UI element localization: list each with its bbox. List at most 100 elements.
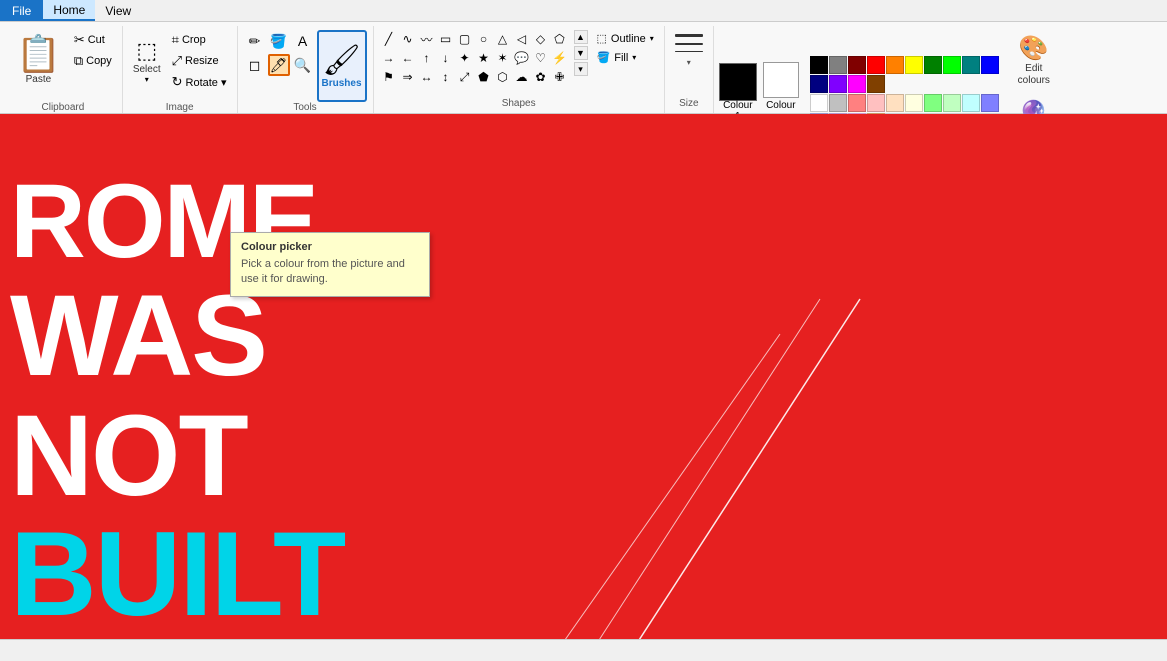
color2-swatch[interactable] <box>763 62 799 98</box>
eraser-tool[interactable]: ◻ <box>244 54 266 76</box>
color-darkgreen[interactable] <box>924 56 942 74</box>
scroll-up[interactable]: ▲ <box>574 30 588 44</box>
shape-triangle[interactable]: △ <box>494 30 512 48</box>
color-magenta[interactable] <box>848 75 866 93</box>
shape-flag[interactable]: ⚑ <box>380 68 398 86</box>
edit-colors-button[interactable]: 🎨 Edit colours <box>1002 30 1066 91</box>
shapes-scroll: ▲ ▼ ▾ <box>572 30 590 76</box>
shape-rect[interactable]: ▭ <box>437 30 455 48</box>
shape-arrow-l[interactable]: ← <box>399 49 417 67</box>
color-orange[interactable] <box>886 56 904 74</box>
resize-button[interactable]: ⤢ Resize <box>168 51 231 71</box>
color-lime[interactable] <box>943 56 961 74</box>
brushes-button[interactable]: 🖌 Brushes <box>317 30 367 102</box>
copy-label: Copy <box>86 55 112 67</box>
crop-button[interactable]: ⌗ Crop <box>168 30 231 50</box>
color1-swatch[interactable] <box>720 64 756 100</box>
shape-lightning[interactable]: ⚡ <box>551 49 569 67</box>
size-line-1[interactable] <box>675 51 703 52</box>
select-button[interactable]: ⬚ Select ▾ <box>129 30 165 102</box>
color-gray[interactable] <box>829 56 847 74</box>
shape-arrow-u[interactable]: ↑ <box>418 49 436 67</box>
outline-button[interactable]: ⬚ Outline ▾ <box>593 30 658 47</box>
size-line-2[interactable] <box>675 43 703 45</box>
colors-group: Colour 1 Colour 2 <box>714 26 1072 113</box>
shape-roundrect[interactable]: ▢ <box>456 30 474 48</box>
fill-tool[interactable]: 🪣 <box>268 30 290 52</box>
color-navy[interactable] <box>810 75 828 93</box>
color-teal[interactable] <box>962 56 980 74</box>
color-picker-tool[interactable]: 🖊 <box>268 54 290 76</box>
menu-file[interactable]: File <box>0 0 43 21</box>
image-btn-col: ⌗ Crop ⤢ Resize ↻ Rotate ▾ <box>168 30 231 92</box>
menu-view[interactable]: View <box>95 0 141 21</box>
rotate-button[interactable]: ↻ Rotate ▾ <box>168 72 231 92</box>
cut-icon: ✂ <box>74 32 85 48</box>
menu-home[interactable]: Home <box>43 0 95 21</box>
color-blue[interactable] <box>981 56 999 74</box>
shape-ellipse[interactable]: ○ <box>475 30 493 48</box>
text-tool[interactable]: A <box>292 30 314 52</box>
tooltip: Colour picker Pick a colour from the pic… <box>230 232 430 297</box>
image-group: ⬚ Select ▾ ⌗ Crop ⤢ Resize ↻ Rotate ▾ Im <box>123 26 238 113</box>
color-yellow[interactable] <box>905 56 923 74</box>
copy-icon: ⧉ <box>74 53 83 69</box>
shapes-row-1: ╱ ∿ 〰 ▭ ▢ ○ △ ◁ ◇ ⬠ <box>380 30 569 48</box>
copy-button[interactable]: ⧉ Copy <box>70 51 116 71</box>
shape-star5[interactable]: ★ <box>475 49 493 67</box>
color-rose[interactable] <box>867 94 885 112</box>
shape-curve[interactable]: ∿ <box>399 30 417 48</box>
shape-star6[interactable]: ✶ <box>494 49 512 67</box>
shape-diamond[interactable]: ◇ <box>532 30 550 48</box>
shape-udarrow[interactable]: ↕ <box>437 68 455 86</box>
shape-arrow-d[interactable]: ↓ <box>437 49 455 67</box>
scroll-all[interactable]: ▾ <box>574 62 588 76</box>
paste-button[interactable]: 📋 Paste <box>10 30 67 102</box>
shape-custom3[interactable]: ✿ <box>532 68 550 86</box>
color-pink-light[interactable] <box>848 94 866 112</box>
tools-grid: ✏ 🪣 A ◻ 🖊 🔍 <box>244 30 314 76</box>
shape-freeform[interactable]: 〰 <box>418 30 436 48</box>
tools-row-1: ✏ 🪣 A <box>244 30 314 52</box>
fill-button[interactable]: 🪣 Fill ▾ <box>593 49 658 66</box>
shape-heart[interactable]: ♡ <box>532 49 550 67</box>
brushes-label: Brushes <box>322 78 362 89</box>
size-line-3[interactable] <box>675 34 703 37</box>
shape-custom4[interactable]: ✙ <box>551 68 569 86</box>
shape-cloud[interactable]: ☁ <box>513 68 531 86</box>
shape-callout[interactable]: 💬 <box>513 49 531 67</box>
color-silver[interactable] <box>829 94 847 112</box>
color-peach[interactable] <box>886 94 904 112</box>
shape-custom2[interactable]: ⬡ <box>494 68 512 86</box>
size-label: Size <box>679 98 698 111</box>
color1-label: Colour <box>723 100 752 111</box>
pencil-tool[interactable]: ✏ <box>244 30 266 52</box>
color-mint[interactable] <box>943 94 961 112</box>
color-red[interactable] <box>867 56 885 74</box>
cut-button[interactable]: ✂ Cut <box>70 30 116 50</box>
color-white[interactable] <box>810 94 828 112</box>
shape-custom1[interactable]: ⬟ <box>475 68 493 86</box>
shape-star4[interactable]: ✦ <box>456 49 474 67</box>
color-purple[interactable] <box>829 75 847 93</box>
color-cream[interactable] <box>905 94 923 112</box>
color-brown[interactable] <box>867 75 885 93</box>
shape-lrarrow[interactable]: ↔ <box>418 68 436 86</box>
clipboard-content: 📋 Paste ✂ Cut ⧉ Copy <box>10 26 116 102</box>
shape-fowarrow[interactable]: ⇒ <box>399 68 417 86</box>
canvas-content[interactable]: ROME WAS NOT BUILT IN Colour picker Pick… <box>0 114 1167 639</box>
shape-pentagon[interactable]: ⬠ <box>551 30 569 48</box>
color-darkred[interactable] <box>848 56 866 74</box>
canvas-area[interactable]: ROME WAS NOT BUILT IN Colour picker Pick… <box>0 114 1167 639</box>
magnifier-tool[interactable]: 🔍 <box>292 54 314 76</box>
shape-rttriangle[interactable]: ◁ <box>513 30 531 48</box>
color-light-green[interactable] <box>924 94 942 112</box>
shape-foururrow[interactable]: ⤢ <box>456 68 474 86</box>
scroll-down[interactable]: ▼ <box>574 46 588 60</box>
color-light-cyan[interactable] <box>962 94 980 112</box>
shape-arrow-r[interactable]: → <box>380 49 398 67</box>
color-periwinkle[interactable] <box>981 94 999 112</box>
shape-line[interactable]: ╱ <box>380 30 398 48</box>
select-label: Select <box>133 64 161 75</box>
color-black[interactable] <box>810 56 828 74</box>
